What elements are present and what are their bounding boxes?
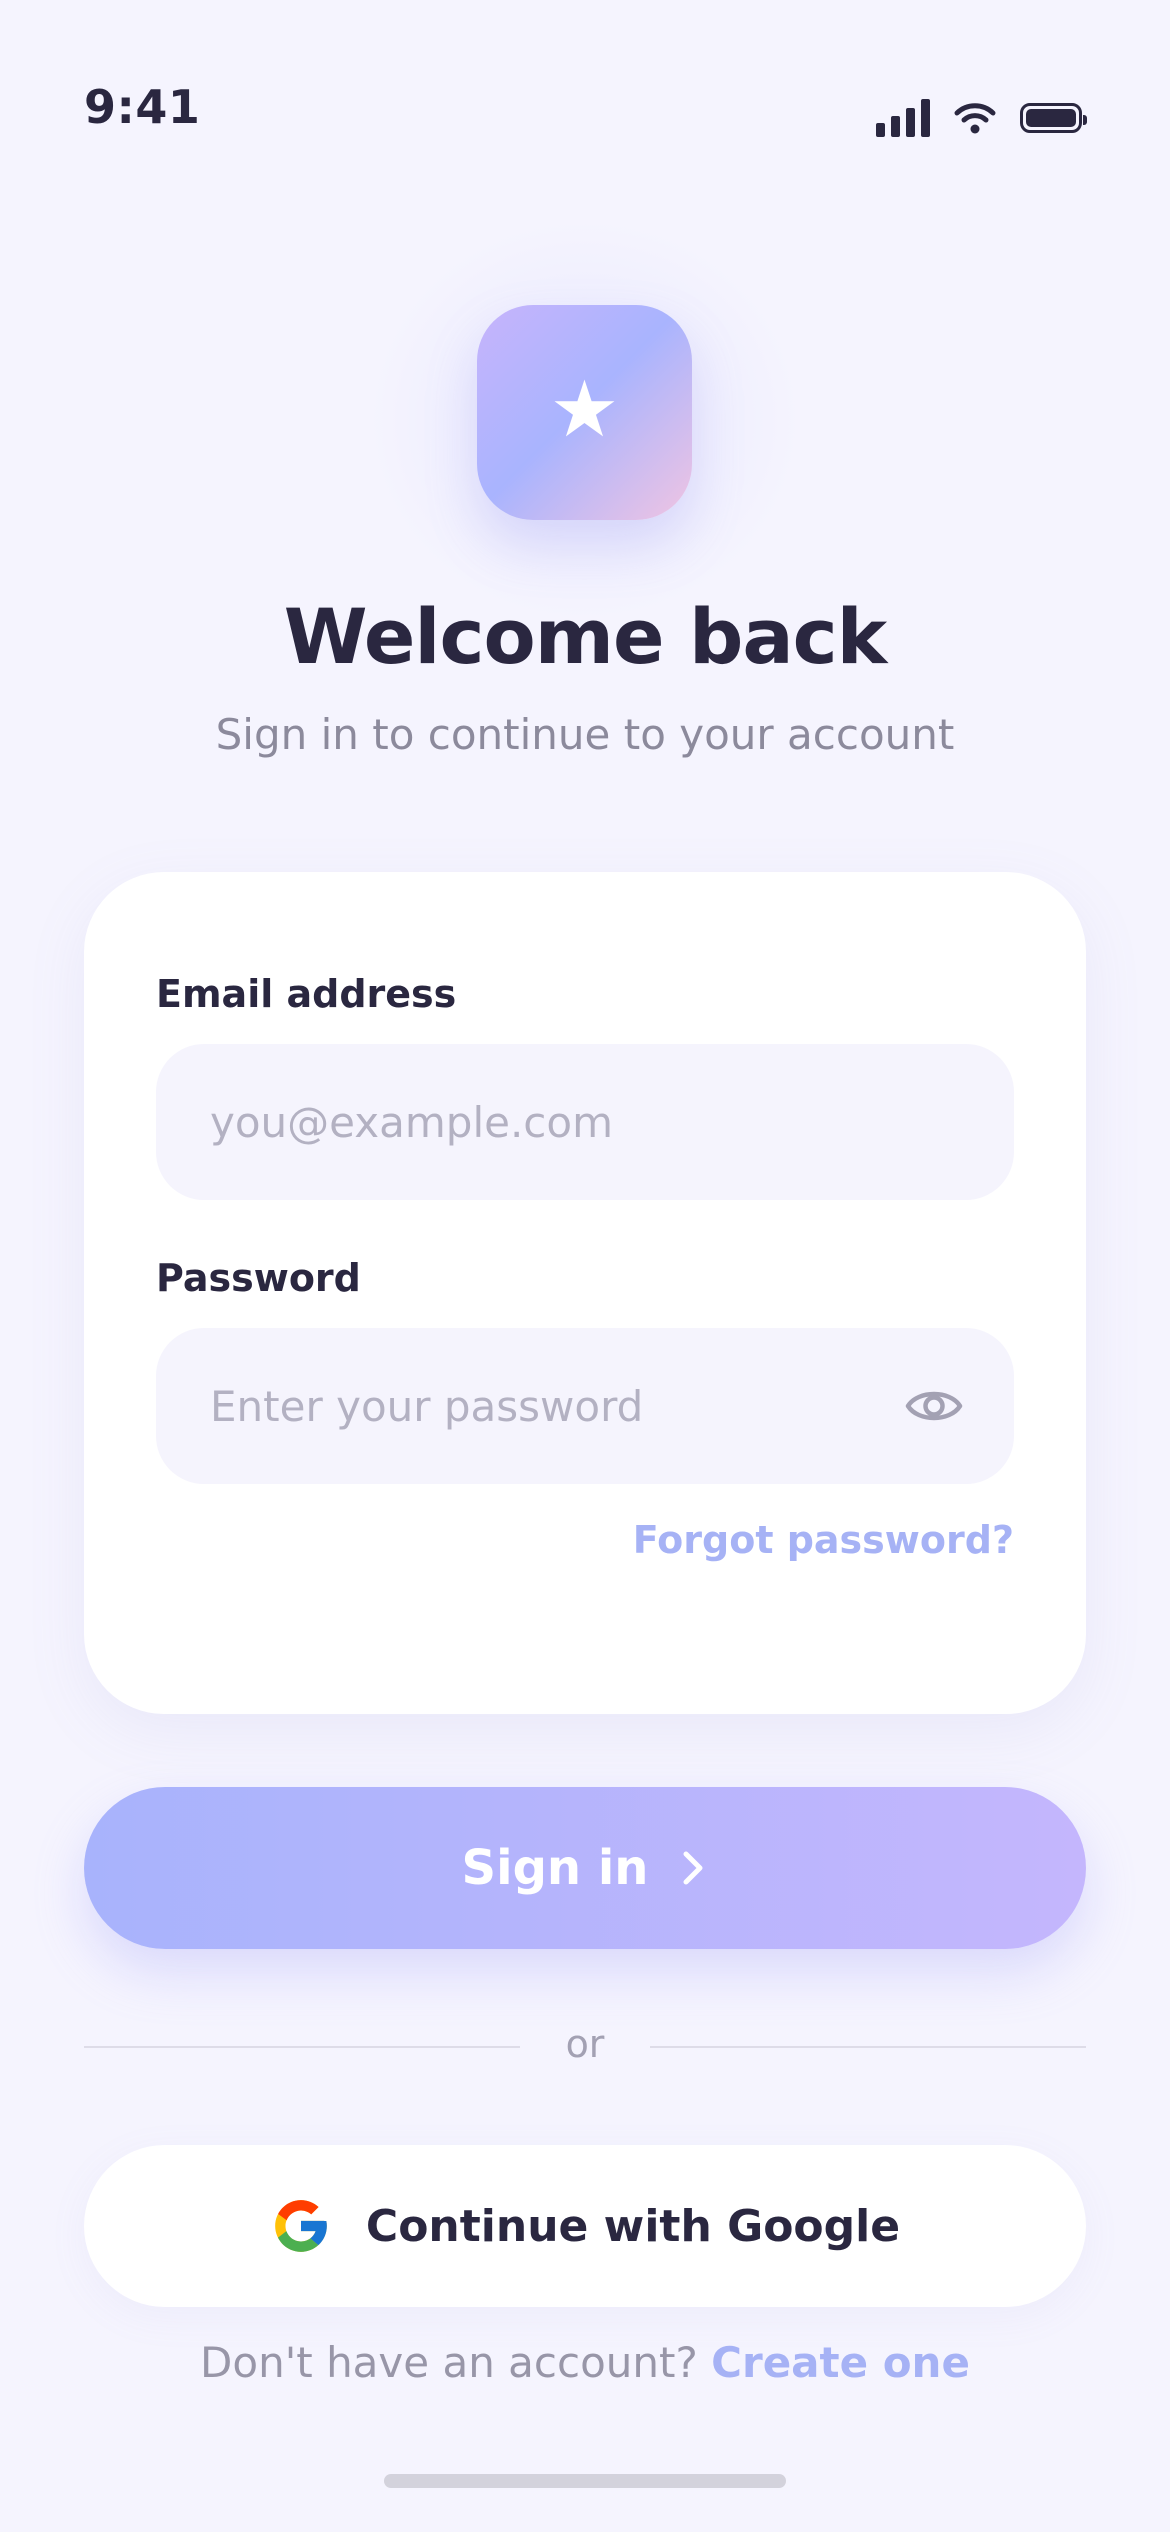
password-field[interactable] (156, 1328, 1014, 1484)
status-bar: 9:41 (0, 0, 1170, 220)
footer-prompt: Don't have an account? (200, 2338, 698, 2387)
footer: Don't have an account? Create one (0, 2338, 1170, 2387)
sign-in-button[interactable]: Sign in (84, 1787, 1086, 1949)
home-indicator (384, 2474, 786, 2488)
status-time: 9:41 (84, 80, 201, 134)
login-card: Email address Password Forgot password? (84, 872, 1086, 1714)
eye-icon[interactable] (904, 1382, 964, 1430)
google-sign-in-button[interactable]: Continue with Google (84, 2145, 1086, 2307)
google-button-label: Continue with Google (365, 2200, 901, 2252)
battery-icon (1020, 103, 1087, 133)
status-icons (876, 96, 1087, 140)
page-subtitle: Sign in to continue to your account (215, 710, 955, 759)
sign-in-label: Sign in (461, 1840, 649, 1896)
forgot-password-link[interactable]: Forgot password? (633, 1518, 1014, 1562)
divider-label: or (565, 2022, 605, 2066)
wifi-icon (954, 103, 996, 134)
password-label: Password (156, 1256, 361, 1300)
email-label: Email address (156, 972, 457, 1016)
chevron-right-icon (683, 1851, 703, 1885)
email-field[interactable] (156, 1044, 1014, 1200)
cellular-signal-icon (876, 99, 930, 137)
create-account-link[interactable]: Create one (711, 2338, 970, 2387)
star-icon: ★ (549, 364, 620, 455)
app-logo: ★ (477, 305, 692, 520)
password-field-container (156, 1328, 1014, 1484)
email-field-container (156, 1044, 1014, 1200)
page-title: Welcome back (283, 592, 887, 681)
google-icon (275, 2200, 327, 2252)
